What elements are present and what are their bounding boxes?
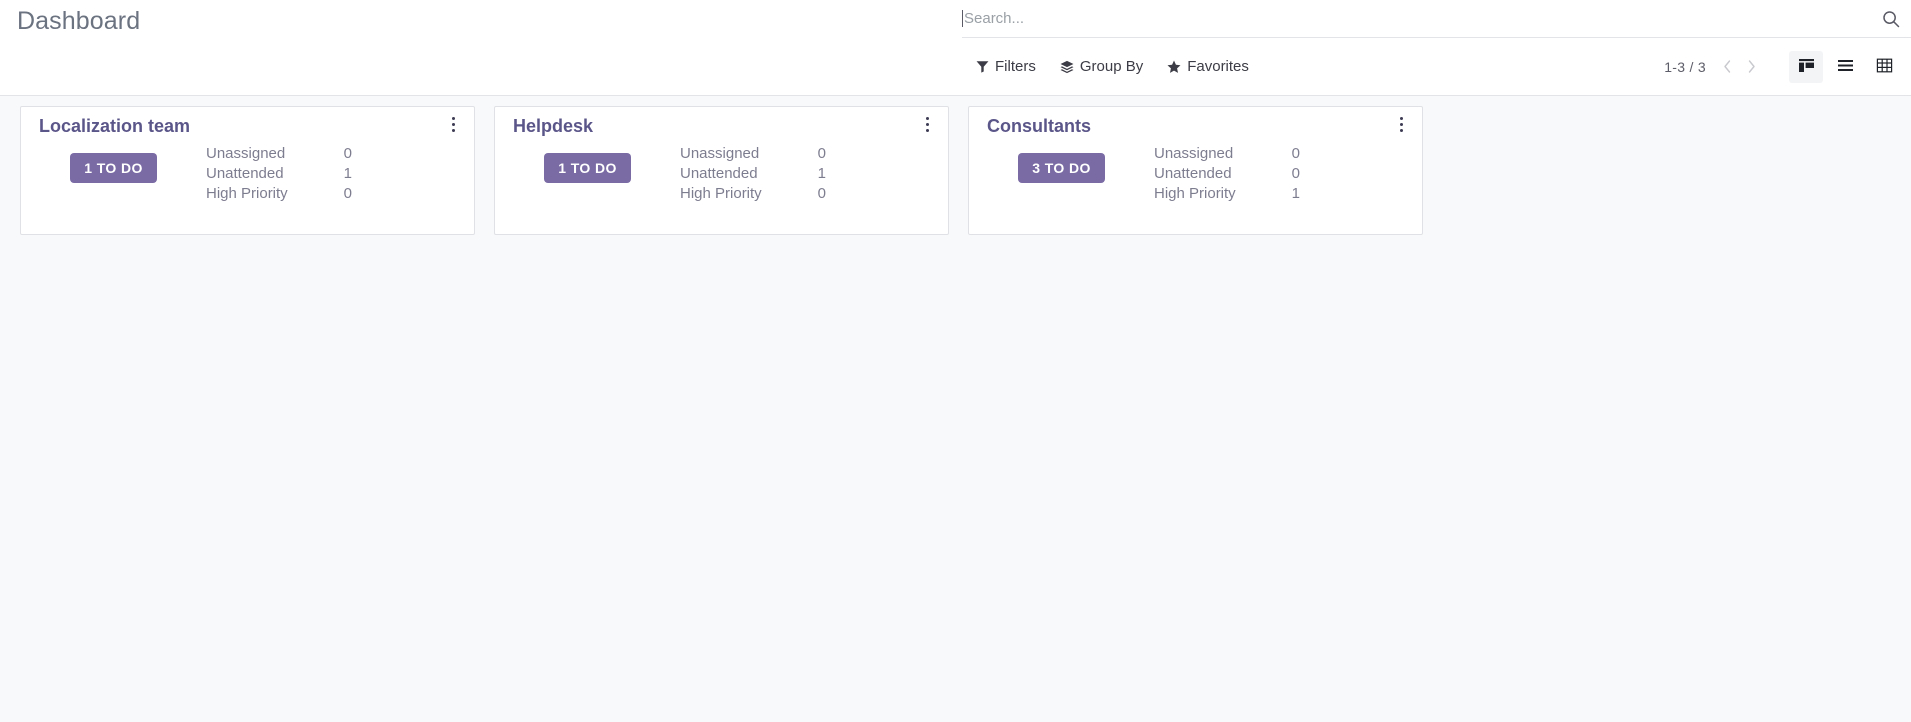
stat-row: High Priority 0 xyxy=(680,184,826,204)
stat-value[interactable]: 0 xyxy=(324,144,352,164)
card-title: Helpdesk xyxy=(513,116,594,136)
filter-funnel-icon xyxy=(976,60,989,73)
stat-row: Unassigned 0 xyxy=(1154,144,1300,164)
stat-row: High Priority 1 xyxy=(1154,184,1300,204)
card-stats: Unassigned 0 Unattended 1 High Priority … xyxy=(680,144,826,204)
stat-row: High Priority 0 xyxy=(206,184,352,204)
kanban-card[interactable]: Localization team 1 TO DO Unassigned 0 U… xyxy=(20,106,475,235)
card-body: 1 TO DO Unassigned 0 Unattended 1 High P… xyxy=(495,144,948,204)
view-switcher xyxy=(1784,50,1901,83)
stat-value[interactable]: 1 xyxy=(798,164,826,184)
todo-button[interactable]: 1 TO DO xyxy=(70,153,157,183)
stat-label[interactable]: Unassigned xyxy=(206,144,324,164)
card-body: 3 TO DO Unassigned 0 Unattended 0 High P… xyxy=(969,144,1422,204)
kebab-menu-icon[interactable] xyxy=(444,114,462,134)
stat-value[interactable]: 0 xyxy=(1272,164,1300,184)
group-by-label: Group By xyxy=(1079,58,1144,75)
view-button-pivot[interactable] xyxy=(1867,51,1901,83)
kanban-card[interactable]: Helpdesk 1 TO DO Unassigned 0 Unattended… xyxy=(494,106,949,235)
kanban-icon xyxy=(1798,57,1815,77)
kebab-menu-icon[interactable] xyxy=(1392,114,1410,134)
top-bar: Dashboard Filters xyxy=(0,0,1911,96)
favorites-label: Favorites xyxy=(1187,58,1249,75)
group-by-button[interactable]: Group By xyxy=(1059,55,1144,78)
stat-value[interactable]: 1 xyxy=(1272,184,1300,204)
card-title: Consultants xyxy=(987,116,1092,136)
pager-arrows xyxy=(1716,54,1762,80)
kanban-card-row: Localization team 1 TO DO Unassigned 0 U… xyxy=(20,106,1911,235)
card-body: 1 TO DO Unassigned 0 Unattended 1 High P… xyxy=(21,144,474,204)
filter-menu-group: Filters Group By Favorites xyxy=(975,55,1250,78)
kanban-view: Localization team 1 TO DO Unassigned 0 U… xyxy=(0,96,1911,722)
search-bar[interactable] xyxy=(962,0,1911,38)
stat-value[interactable]: 0 xyxy=(798,184,826,204)
view-button-kanban[interactable] xyxy=(1789,50,1823,83)
stat-label[interactable]: Unassigned xyxy=(1154,144,1272,164)
page-title: Dashboard xyxy=(17,7,141,35)
stat-row: Unattended 1 xyxy=(206,164,352,184)
view-button-list[interactable] xyxy=(1828,51,1862,83)
stat-label[interactable]: Unattended xyxy=(1154,164,1272,184)
control-panel: Filters Group By Favorites 1-3 / 3 xyxy=(962,38,1911,95)
card-title: Localization team xyxy=(39,116,191,136)
list-icon xyxy=(1837,57,1854,77)
pager-next-button[interactable] xyxy=(1740,54,1762,80)
layers-icon xyxy=(1060,60,1074,74)
search-caret xyxy=(962,10,963,27)
stat-row: Unassigned 0 xyxy=(680,144,826,164)
stat-label[interactable]: Unattended xyxy=(680,164,798,184)
star-icon xyxy=(1167,60,1181,74)
stat-value[interactable]: 0 xyxy=(1272,144,1300,164)
todo-button-wrap: 1 TO DO xyxy=(21,144,206,183)
filters-label: Filters xyxy=(995,58,1036,75)
favorites-button[interactable]: Favorites xyxy=(1166,55,1250,78)
pager-previous-button[interactable] xyxy=(1716,54,1738,80)
stat-label[interactable]: High Priority xyxy=(1154,184,1272,204)
search-input[interactable] xyxy=(964,6,1871,31)
todo-button-wrap: 1 TO DO xyxy=(495,144,680,183)
pivot-grid-icon xyxy=(1876,57,1893,77)
kebab-menu-icon[interactable] xyxy=(918,114,936,134)
stat-label[interactable]: High Priority xyxy=(680,184,798,204)
todo-button[interactable]: 3 TO DO xyxy=(1018,153,1105,183)
stat-label[interactable]: Unattended xyxy=(206,164,324,184)
stat-value[interactable]: 0 xyxy=(324,184,352,204)
pager-and-views: 1-3 / 3 xyxy=(1664,50,1911,83)
card-stats: Unassigned 0 Unattended 1 High Priority … xyxy=(206,144,352,204)
stat-value[interactable]: 0 xyxy=(798,144,826,164)
kanban-card[interactable]: Consultants 3 TO DO Unassigned 0 Unatten… xyxy=(968,106,1423,235)
stat-label[interactable]: Unassigned xyxy=(680,144,798,164)
filters-button[interactable]: Filters xyxy=(975,55,1037,78)
todo-button[interactable]: 1 TO DO xyxy=(544,153,631,183)
stat-value[interactable]: 1 xyxy=(324,164,352,184)
pager-counter[interactable]: 1-3 / 3 xyxy=(1664,59,1706,75)
search-icon[interactable] xyxy=(1871,10,1911,28)
stat-row: Unattended 0 xyxy=(1154,164,1300,184)
stat-row: Unattended 1 xyxy=(680,164,826,184)
card-stats: Unassigned 0 Unattended 0 High Priority … xyxy=(1154,144,1300,204)
stat-label[interactable]: High Priority xyxy=(206,184,324,204)
todo-button-wrap: 3 TO DO xyxy=(969,144,1154,183)
stat-row: Unassigned 0 xyxy=(206,144,352,164)
